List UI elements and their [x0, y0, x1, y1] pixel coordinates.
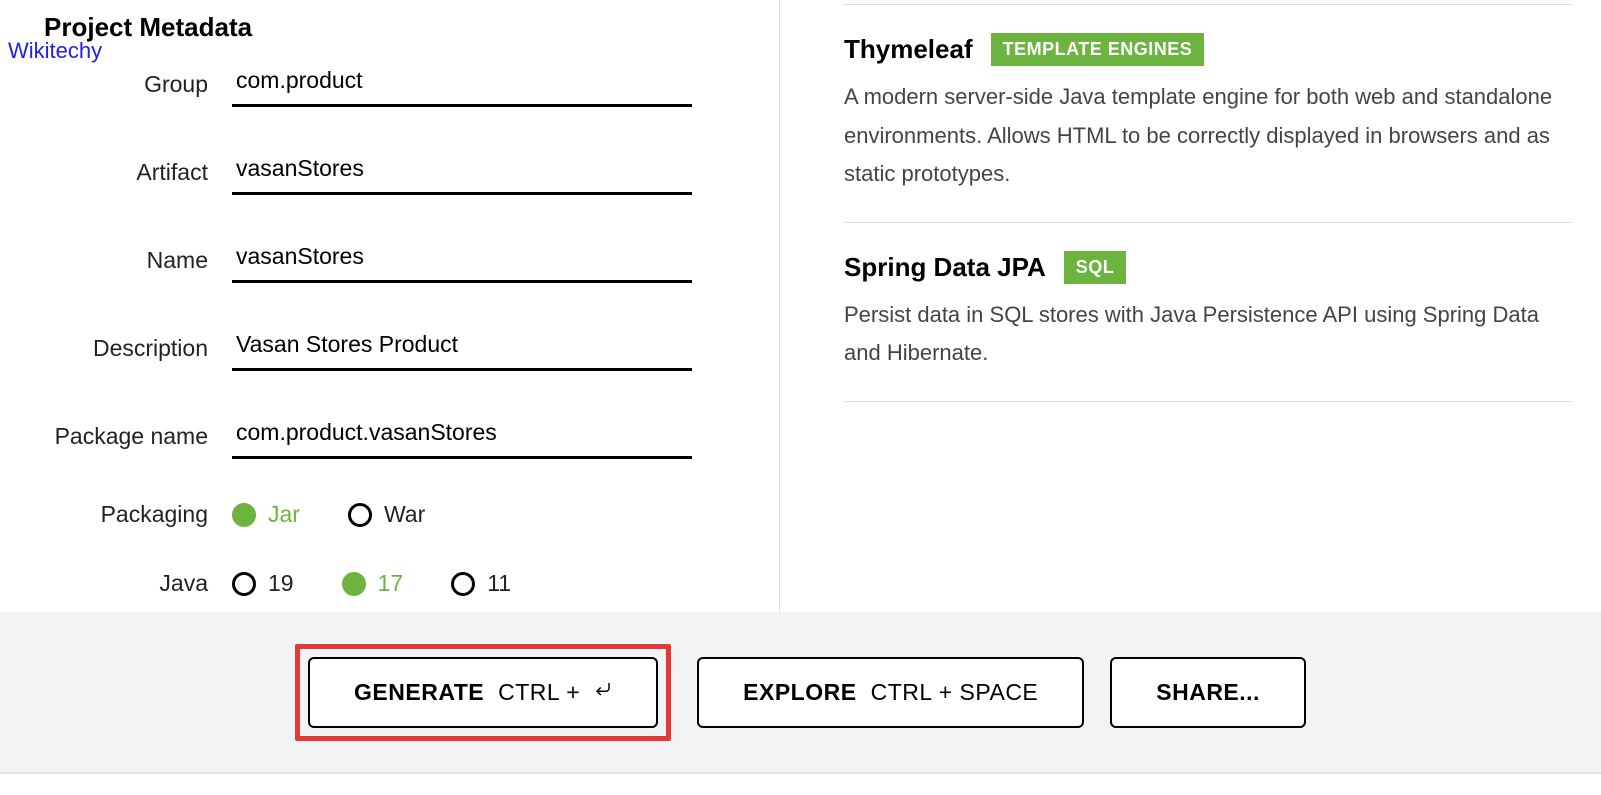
packaging-radio-group: Jar War — [232, 501, 425, 528]
enter-icon — [594, 680, 612, 704]
packaging-radio-jar[interactable]: Jar — [232, 501, 300, 528]
wikitechy-link[interactable]: Wikitechy — [8, 38, 102, 64]
dependency-badge: TEMPLATE ENGINES — [991, 33, 1205, 66]
footer-actions: GENERATE CTRL + EXPLORE CTRL + SPACE SHA… — [0, 612, 1601, 774]
radio-label: 17 — [378, 570, 404, 597]
radio-empty-icon — [348, 503, 372, 527]
radio-label: 19 — [268, 570, 294, 597]
dependencies-panel: Thymeleaf TEMPLATE ENGINES A modern serv… — [780, 0, 1601, 612]
explore-button[interactable]: EXPLORE CTRL + SPACE — [697, 657, 1084, 728]
share-button[interactable]: SHARE... — [1110, 657, 1306, 728]
description-input[interactable] — [232, 325, 692, 371]
group-input[interactable] — [232, 61, 692, 107]
dependency-description: Persist data in SQL stores with Java Per… — [844, 296, 1571, 373]
radio-label: War — [384, 501, 425, 528]
section-title: Project Metadata — [0, 0, 759, 61]
generate-shortcut: CTRL + — [498, 679, 580, 706]
radio-label: 11 — [487, 570, 511, 597]
artifact-input[interactable] — [232, 149, 692, 195]
generate-highlight: GENERATE CTRL + — [295, 644, 671, 741]
description-label: Description — [0, 335, 232, 362]
share-label: SHARE... — [1156, 679, 1260, 706]
radio-selected-icon — [232, 503, 256, 527]
radio-selected-icon — [342, 572, 366, 596]
java-radio-11[interactable]: 11 — [451, 570, 511, 597]
name-input[interactable] — [232, 237, 692, 283]
group-label: Group — [0, 71, 232, 98]
artifact-label: Artifact — [0, 159, 232, 186]
java-radio-19[interactable]: 19 — [232, 570, 294, 597]
package-name-input[interactable] — [232, 413, 692, 459]
radio-empty-icon — [232, 572, 256, 596]
dependency-spring-data-jpa: Spring Data JPA SQL Persist data in SQL … — [844, 223, 1571, 402]
explore-label: EXPLORE — [743, 679, 856, 706]
dependency-badge: SQL — [1064, 251, 1127, 284]
project-metadata-panel: Project Metadata Group Artifact Name Des… — [0, 0, 780, 612]
dependency-description: A modern server-side Java template engin… — [844, 78, 1571, 194]
name-label: Name — [0, 247, 232, 274]
radio-label: Jar — [268, 501, 300, 528]
dependency-thymeleaf: Thymeleaf TEMPLATE ENGINES A modern serv… — [844, 5, 1571, 223]
package-name-label: Package name — [0, 423, 232, 450]
radio-empty-icon — [451, 572, 475, 596]
java-radio-17[interactable]: 17 — [342, 570, 404, 597]
packaging-label: Packaging — [0, 501, 232, 528]
java-radio-group: 19 17 11 — [232, 570, 511, 597]
java-label: Java — [0, 570, 232, 597]
dependency-name: Thymeleaf — [844, 34, 973, 65]
packaging-radio-war[interactable]: War — [348, 501, 425, 528]
generate-button[interactable]: GENERATE CTRL + — [308, 657, 658, 728]
generate-label: GENERATE — [354, 679, 484, 706]
explore-shortcut: CTRL + SPACE — [871, 679, 1039, 706]
dependency-name: Spring Data JPA — [844, 252, 1046, 283]
